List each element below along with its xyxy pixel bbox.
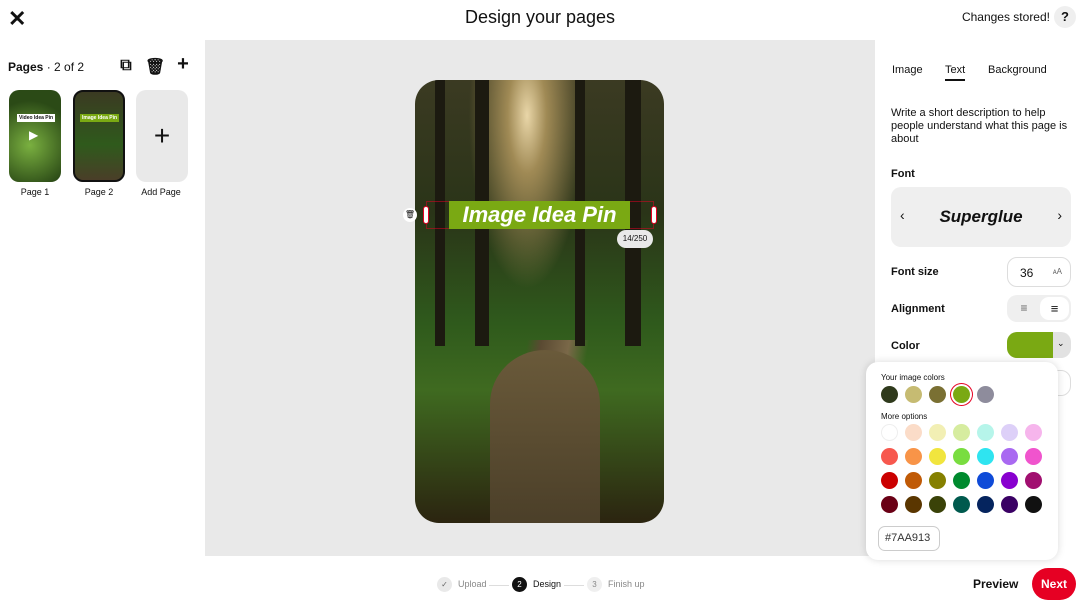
color-swatch[interactable] xyxy=(905,496,922,513)
alignment-toggle: ≡ ≡ xyxy=(1007,295,1071,322)
color-swatch[interactable] xyxy=(1025,472,1042,489)
pages-sidebar: Pages · 2 of 2 ⧉ 🗑 + Video Idea Pin ▶ Im… xyxy=(0,40,205,556)
help-button[interactable]: ? xyxy=(1054,6,1076,28)
color-swatch[interactable] xyxy=(881,496,898,513)
header: ✕ Design your pages Changes stored! ? xyxy=(0,0,1080,40)
color-swatch[interactable] xyxy=(905,386,922,403)
tab-image[interactable]: Image xyxy=(892,64,923,76)
pages-title: Pages xyxy=(8,60,44,74)
color-swatch xyxy=(1007,332,1053,358)
color-swatch[interactable] xyxy=(953,448,970,465)
add-page-icon[interactable]: + xyxy=(174,53,192,76)
color-swatch[interactable] xyxy=(953,496,970,513)
hex-color-input[interactable]: #7AA913 xyxy=(878,526,940,551)
font-name: Superglue xyxy=(939,207,1023,226)
color-swatch[interactable] xyxy=(881,472,898,489)
color-swatch[interactable] xyxy=(1025,496,1042,513)
page-title: Design your pages xyxy=(464,7,616,27)
page-thumbnail-1[interactable]: Video Idea Pin ▶ xyxy=(9,90,61,182)
step-divider xyxy=(564,585,584,586)
font-size-input[interactable]: 36 ᴀA xyxy=(1007,257,1071,287)
page-preview-image xyxy=(415,80,664,523)
log-image xyxy=(490,350,600,523)
delete-text-icon[interactable]: 🗑 xyxy=(403,208,417,222)
play-icon: ▶ xyxy=(29,128,39,142)
tab-background[interactable]: Background xyxy=(988,64,1047,76)
delete-page-icon[interactable]: 🗑 xyxy=(145,57,165,77)
thumb-text: Video Idea Pin xyxy=(17,114,56,122)
tab-text[interactable]: Text xyxy=(945,64,966,81)
color-popup: Your image colors More options #7AA913 xyxy=(866,362,1058,560)
color-swatch[interactable] xyxy=(977,496,994,513)
pages-label: Pages · 2 of 2 xyxy=(8,60,84,74)
character-counter: 14/250 xyxy=(617,230,653,248)
pages-count: · 2 of 2 xyxy=(46,60,85,74)
duplicate-page-icon[interactable]: ⧉ xyxy=(117,57,135,75)
color-swatch[interactable] xyxy=(953,472,970,489)
color-swatch[interactable] xyxy=(905,472,922,489)
plus-icon: + xyxy=(153,120,171,151)
color-swatch[interactable] xyxy=(929,424,946,441)
color-swatch[interactable] xyxy=(977,386,994,403)
color-swatch[interactable] xyxy=(881,386,898,403)
step-finish-number: 3 xyxy=(587,577,602,592)
color-swatch[interactable] xyxy=(929,496,946,513)
add-page-label: Add Page xyxy=(141,187,181,197)
color-swatch[interactable] xyxy=(881,424,898,441)
step-design[interactable]: Design xyxy=(533,579,561,589)
step-finish-up[interactable]: Finish up xyxy=(608,579,645,589)
footer: ✓ Upload 2 Design 3 Finish up Preview Ne… xyxy=(0,556,1080,601)
preview-button[interactable]: Preview xyxy=(973,577,1018,591)
step-upload-check-icon: ✓ xyxy=(437,577,452,592)
color-swatch[interactable] xyxy=(1001,472,1018,489)
page-label: Page 1 xyxy=(20,187,50,197)
color-picker-button[interactable]: ⌄ xyxy=(1007,332,1071,358)
resize-handle-left[interactable] xyxy=(423,206,429,224)
color-swatch[interactable] xyxy=(905,424,922,441)
thumb-text: Image Idea Pin xyxy=(80,114,120,122)
color-swatch[interactable] xyxy=(977,472,994,489)
color-swatch[interactable] xyxy=(929,472,946,489)
color-swatch[interactable] xyxy=(1025,448,1042,465)
description-text: Write a short description to help people… xyxy=(891,107,1068,145)
more-options-label: More options xyxy=(881,412,928,421)
color-swatch[interactable] xyxy=(953,386,970,403)
color-swatch[interactable] xyxy=(881,448,898,465)
chevron-down-icon: ⌄ xyxy=(1057,338,1065,348)
resize-handle-right[interactable] xyxy=(651,206,657,224)
page-label: Page 2 xyxy=(84,187,114,197)
text-overlay[interactable]: Image Idea Pin xyxy=(449,201,630,229)
step-design-number: 2 xyxy=(512,577,527,592)
color-swatch[interactable] xyxy=(1001,424,1018,441)
add-page-button[interactable]: + xyxy=(136,90,188,182)
color-swatch[interactable] xyxy=(953,424,970,441)
color-swatch[interactable] xyxy=(929,386,946,403)
step-divider xyxy=(489,585,509,586)
step-upload[interactable]: Upload xyxy=(458,579,487,589)
align-center-icon[interactable]: ≡ xyxy=(1040,297,1069,320)
color-swatch[interactable] xyxy=(977,424,994,441)
color-swatch[interactable] xyxy=(905,448,922,465)
font-selector: ‹ Superglue › xyxy=(891,187,1071,247)
font-size-label: Font size xyxy=(891,266,939,278)
alignment-label: Alignment xyxy=(891,303,945,315)
color-label: Color xyxy=(891,340,920,352)
chevron-right-icon[interactable]: › xyxy=(1057,207,1062,223)
align-left-icon[interactable]: ≡ xyxy=(1010,298,1038,319)
color-swatch[interactable] xyxy=(977,448,994,465)
next-button[interactable]: Next xyxy=(1032,568,1076,600)
page-thumbnail-2[interactable]: Image Idea Pin xyxy=(73,90,125,182)
color-swatch[interactable] xyxy=(1001,448,1018,465)
font-label: Font xyxy=(891,168,915,180)
image-colors-label: Your image colors xyxy=(881,373,945,382)
color-swatch[interactable] xyxy=(1025,424,1042,441)
color-swatch[interactable] xyxy=(1001,496,1018,513)
design-canvas: Image Idea Pin 🗑 14/250 xyxy=(205,40,875,556)
font-size-value: 36 xyxy=(1020,266,1034,280)
color-swatch[interactable] xyxy=(929,448,946,465)
text-size-icon: ᴀA xyxy=(1052,267,1062,276)
save-status: Changes stored! xyxy=(961,10,1050,24)
